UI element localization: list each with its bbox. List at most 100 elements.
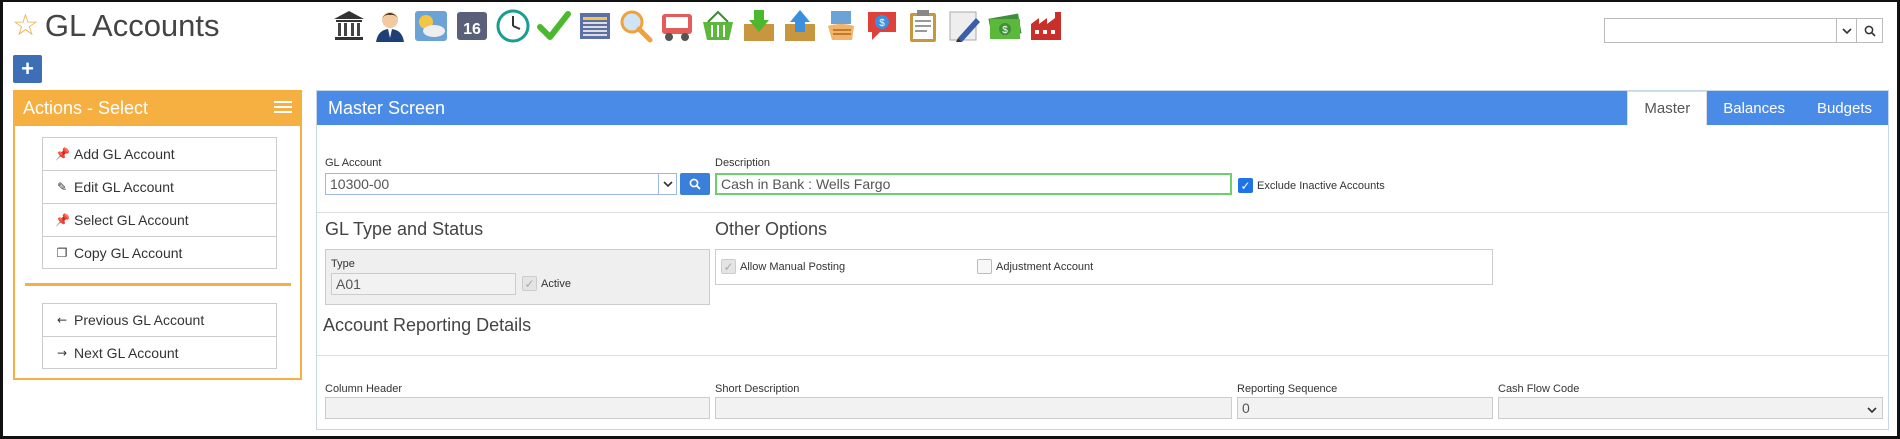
bank-icon[interactable] — [330, 6, 368, 46]
short-description-field[interactable] — [715, 397, 1232, 419]
description-label: Description — [715, 157, 771, 169]
weather-icon[interactable] — [412, 6, 450, 46]
star-outline-icon[interactable]: ☆ — [12, 11, 39, 41]
column-header-label: Column Header — [325, 383, 403, 395]
user-icon[interactable] — [371, 6, 409, 46]
actions-group-primary: 📌 Add GL Account ✎ Edit GL Account 📌 Sel… — [42, 137, 277, 269]
cash-flow-code-select[interactable] — [1498, 397, 1883, 419]
adjustment-account-checkbox[interactable]: Adjustment Account — [977, 259, 1093, 274]
plus-icon: + — [21, 56, 34, 81]
chevron-down-icon[interactable] — [1836, 18, 1857, 43]
checkbox-unchecked-icon — [977, 259, 992, 274]
active-checkbox[interactable]: ✓ Active — [522, 276, 571, 291]
next-gl-account-label: Next GL Account — [74, 344, 179, 361]
account-reporting-heading: Account Reporting Details — [323, 315, 532, 335]
select-gl-account-button[interactable]: 📌 Select GL Account — [42, 203, 277, 236]
dollar-speech-icon[interactable]: $ — [863, 6, 901, 46]
tab-balances[interactable]: Balances — [1707, 91, 1801, 125]
magnifier-icon[interactable] — [617, 6, 655, 46]
truck-icon[interactable] — [658, 6, 696, 46]
checkbox-checked-icon: ✓ — [721, 259, 736, 274]
tab-master[interactable]: Master — [1627, 91, 1708, 125]
actions-header: Actions - Select — [13, 90, 302, 126]
tab-budgets[interactable]: Budgets — [1801, 91, 1888, 125]
allow-manual-posting-label: Allow Manual Posting — [740, 260, 846, 273]
hand-card-icon[interactable] — [822, 6, 860, 46]
search-icon — [689, 178, 701, 190]
global-search-input[interactable] — [1604, 18, 1836, 43]
arrow-left-icon: ← — [56, 313, 68, 327]
clock-icon[interactable] — [494, 6, 532, 46]
actions-divider — [25, 283, 291, 286]
chevron-down-icon[interactable] — [1867, 403, 1877, 417]
add-gl-account-button[interactable]: 📌 Add GL Account — [42, 137, 277, 170]
description-field[interactable]: Cash in Bank : Wells Fargo — [715, 173, 1232, 195]
select-gl-account-label: Select GL Account — [74, 212, 189, 228]
master-screen-header: Master Screen Master Balances Budgets — [317, 91, 1888, 125]
document-icon[interactable] — [576, 6, 614, 46]
toolbar: 16 $ $ — [330, 6, 1065, 46]
other-options-heading: Other Options — [715, 219, 828, 239]
pencil-paper-icon[interactable] — [945, 6, 983, 46]
edit-gl-account-label: Edit GL Account — [74, 179, 174, 195]
page-title: GL Accounts — [44, 8, 220, 43]
divider — [317, 212, 1888, 213]
hamburger-menu-icon[interactable] — [274, 101, 292, 116]
search-icon[interactable] — [1857, 18, 1883, 43]
gl-type-status-heading: GL Type and Status — [325, 219, 484, 239]
master-screen-title: Master Screen — [328, 98, 446, 118]
global-search — [1604, 18, 1883, 43]
clipboard-icon[interactable] — [904, 6, 942, 46]
factory-icon[interactable] — [1027, 6, 1065, 46]
add-gl-account-label: Add GL Account — [74, 146, 175, 162]
type-field[interactable]: A01 — [331, 273, 516, 295]
column-header-field[interactable] — [325, 397, 710, 419]
actions-group-navigation: ← Previous GL Account → Next GL Account — [42, 303, 277, 369]
exclude-inactive-checkbox[interactable]: ✓ Exclude Inactive Accounts — [1238, 178, 1385, 193]
adjustment-account-label: Adjustment Account — [996, 260, 1094, 273]
edit-gl-account-button[interactable]: ✎ Edit GL Account — [42, 170, 277, 203]
pin-icon: 📌 — [55, 147, 70, 161]
upload-box-icon[interactable] — [781, 6, 819, 46]
basket-icon[interactable] — [699, 6, 737, 46]
divider — [317, 355, 1888, 356]
checkmark-icon[interactable] — [535, 6, 573, 46]
arrow-right-icon: → — [56, 345, 68, 360]
tab-bar: Master Balances Budgets — [1627, 91, 1888, 125]
gl-account-field[interactable]: 10300-00 — [325, 173, 659, 195]
add-button[interactable]: + — [13, 55, 42, 83]
reporting-sequence-label: Reporting Sequence — [1237, 383, 1338, 395]
other-options-box: ✓ Allow Manual Posting Adjustment Accoun… — [715, 249, 1493, 285]
copy-gl-account-button[interactable]: ❐ Copy GL Account — [42, 236, 277, 269]
type-label: Type — [331, 258, 355, 270]
previous-gl-account-button[interactable]: ← Previous GL Account — [42, 303, 277, 336]
checkbox-checked-icon: ✓ — [1238, 178, 1253, 193]
gl-account-label: GL Account — [325, 157, 382, 169]
copy-icon: ❐ — [56, 245, 68, 260]
download-box-icon[interactable] — [740, 6, 778, 46]
calendar-16-icon[interactable]: 16 — [453, 6, 491, 46]
pin-icon: 📌 — [55, 213, 70, 227]
actions-title: Actions - Select — [23, 97, 149, 118]
previous-gl-account-label: Previous GL Account — [74, 312, 205, 328]
gl-account-search-button[interactable] — [680, 173, 710, 195]
short-description-label: Short Description — [715, 383, 800, 395]
reporting-sequence-field[interactable]: 0 — [1237, 397, 1493, 419]
copy-gl-account-label: Copy GL Account — [74, 244, 183, 261]
money-icon[interactable]: $ — [986, 6, 1024, 46]
actions-panel: Actions - Select 📌 Add GL Account ✎ Edit… — [13, 90, 302, 380]
pencil-icon: ✎ — [56, 180, 68, 194]
exclude-inactive-label: Exclude Inactive Accounts — [1257, 179, 1385, 192]
calendar-day-label: 16 — [463, 21, 481, 38]
chevron-down-icon[interactable] — [659, 173, 677, 195]
gl-type-status-box: Type A01 ✓ Active — [325, 249, 710, 305]
next-gl-account-button[interactable]: → Next GL Account — [42, 336, 277, 369]
svg-text:$: $ — [1002, 25, 1008, 36]
master-screen-panel: Master Screen Master Balances Budgets GL… — [316, 90, 1889, 430]
checkbox-checked-icon: ✓ — [522, 276, 537, 291]
svg-text:$: $ — [879, 18, 885, 29]
active-label: Active — [541, 277, 571, 290]
allow-manual-posting-checkbox[interactable]: ✓ Allow Manual Posting — [721, 259, 845, 274]
cash-flow-code-label: Cash Flow Code — [1498, 383, 1580, 395]
app-title: ☆ GL Accounts — [12, 8, 220, 44]
